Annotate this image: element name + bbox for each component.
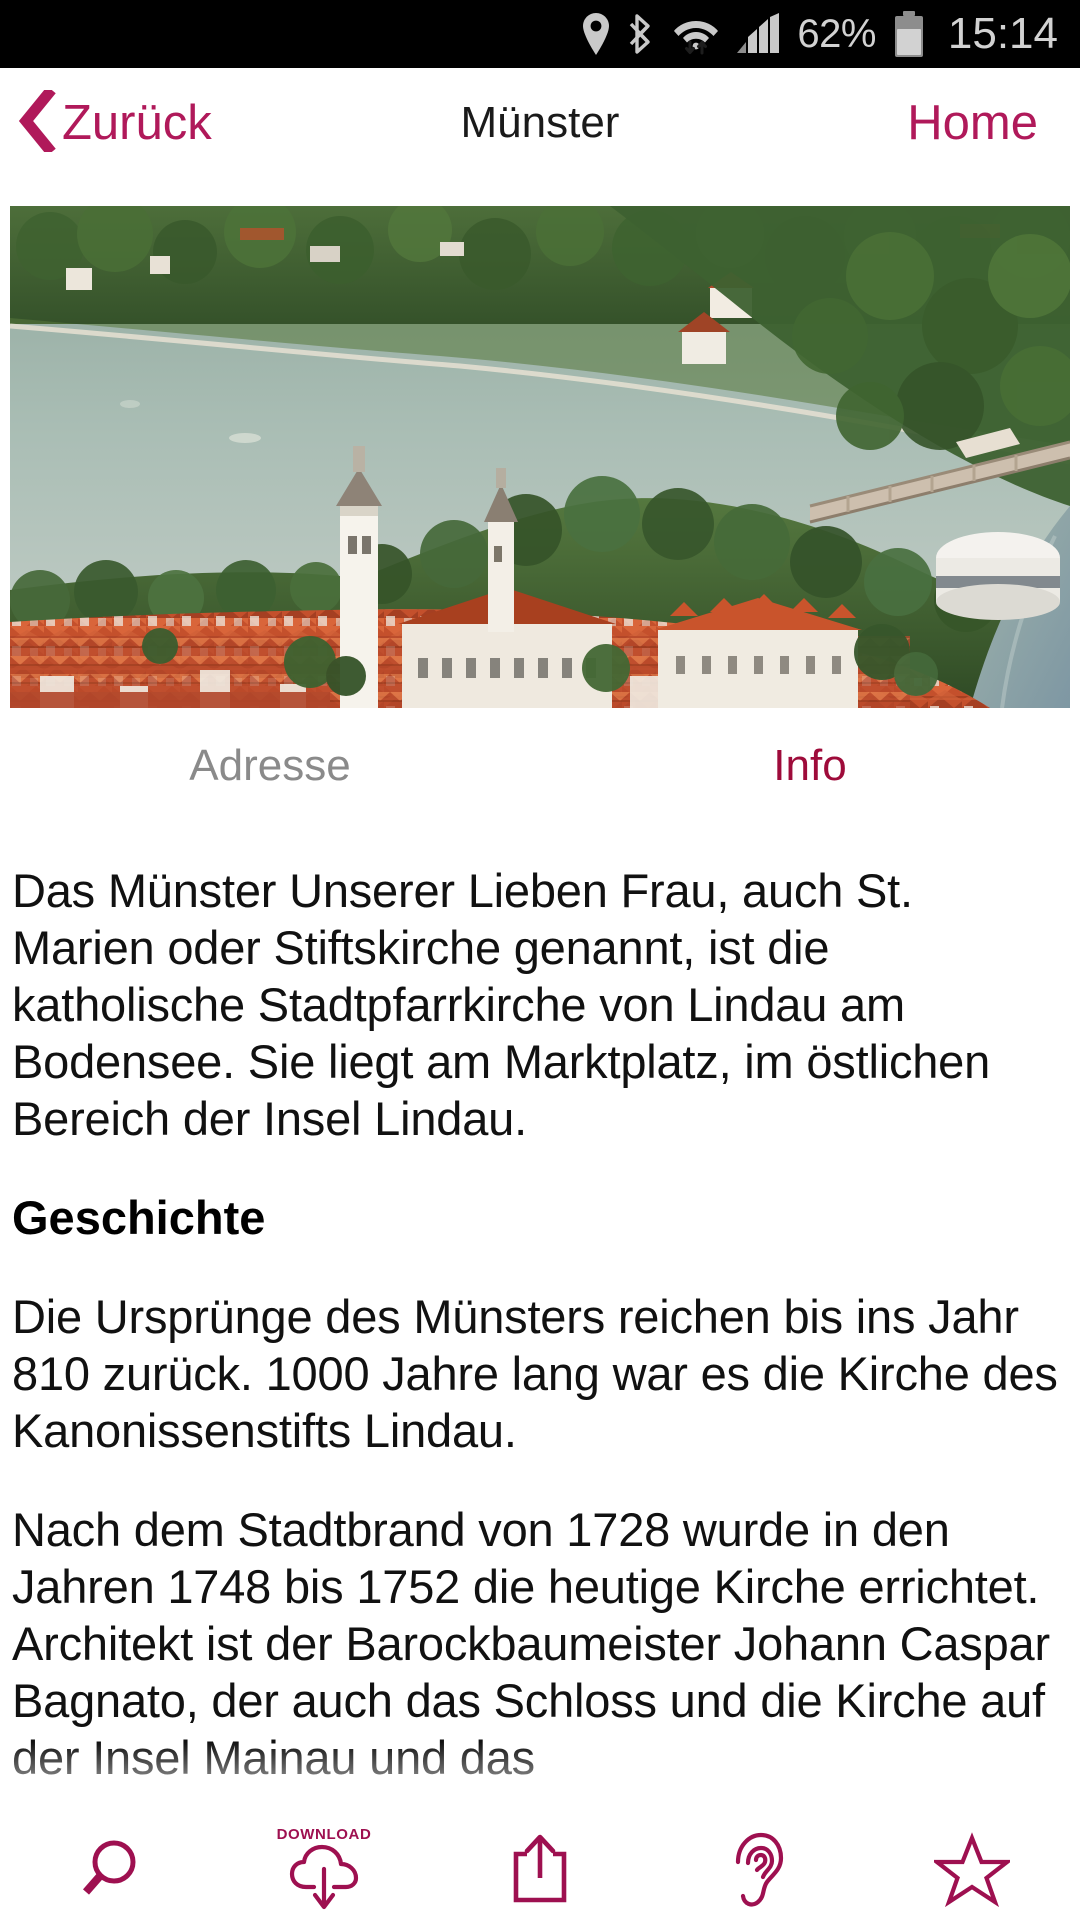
article-content[interactable]: Das Münster Unserer Lieben Frau, auch St… (0, 862, 1080, 1820)
search-button[interactable] (18, 1820, 198, 1920)
download-button[interactable]: DOWNLOAD (234, 1820, 414, 1920)
bottom-toolbar: DOWNLOAD (0, 1820, 1080, 1920)
favorite-button[interactable] (882, 1820, 1062, 1920)
battery-icon (892, 10, 926, 58)
navigation-bar: Zurück Münster Home (0, 68, 1080, 178)
location-pin-icon (581, 12, 611, 56)
ear-listen-icon (725, 1830, 787, 1910)
bluetooth-icon (627, 12, 657, 56)
tab-bar: Adresse Info (0, 708, 1080, 858)
home-button[interactable]: Home (907, 98, 1038, 148)
article-paragraph: Nach dem Stadtbrand von 1728 wurde in de… (12, 1503, 1050, 1784)
tab-adresse[interactable]: Adresse (0, 708, 540, 788)
status-bar: 62% 15:14 (0, 0, 1080, 68)
hero-image[interactable] (10, 206, 1070, 708)
app-screen: 62% 15:14 Zurück Münster Home Adresse In… (0, 0, 1080, 1920)
wifi-icon (673, 12, 719, 56)
article-heading: Geschichte (12, 1191, 266, 1244)
battery-percent-label: 62% (797, 12, 876, 56)
share-button[interactable] (450, 1820, 630, 1920)
article-paragraph: Die Ursprünge des Münsters reichen bis i… (12, 1290, 1058, 1457)
signal-bars-icon (735, 12, 781, 56)
download-label: DOWNLOAD (276, 1826, 372, 1843)
clock-label: 15:14 (947, 9, 1058, 58)
article-paragraph: Das Münster Unserer Lieben Frau, auch St… (12, 864, 991, 1145)
search-icon (73, 1835, 143, 1905)
listen-button[interactable] (666, 1820, 846, 1920)
star-favorite-icon (934, 1832, 1010, 1908)
tab-info[interactable]: Info (540, 708, 1080, 788)
share-icon (505, 1832, 575, 1908)
